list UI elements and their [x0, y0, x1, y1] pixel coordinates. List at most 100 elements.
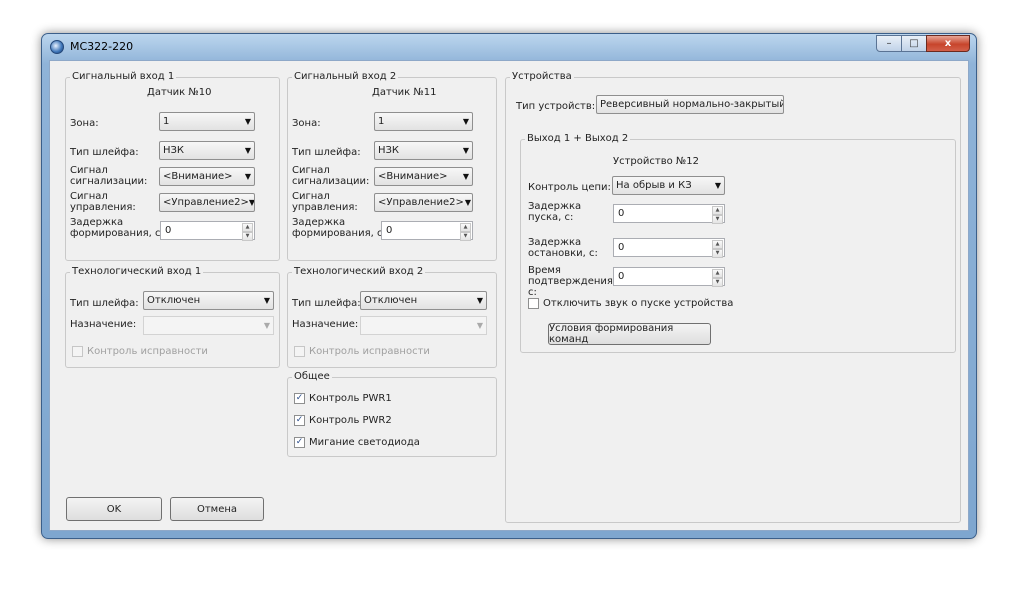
dialog-body: Сигнальный вход 1 Датчик №10 Зона: 1 ▼ Ти… [49, 60, 969, 531]
chevron-down-icon: ▼ [476, 296, 484, 305]
confirm-time-label: Время подтверждения, с: [528, 265, 617, 298]
stop-delay-label: Задержка остановки, с: [528, 237, 598, 259]
control-signal-label: Сигнал управления: [292, 191, 358, 213]
chevron-down-icon: ▼ [462, 117, 470, 126]
pwr1-checkbox[interactable]: ✓ Контроль PWR1 [294, 393, 392, 404]
output-legend: Выход 1 + Выход 2 [525, 133, 631, 145]
chevron-down-icon: ▼ [263, 296, 271, 305]
health-check-checkbox: Контроль исправности [72, 346, 208, 357]
signal-input-1-legend: Сигнальный вход 1 [70, 71, 177, 83]
zone-label: Зона: [292, 118, 321, 129]
chevron-down-icon: ▼ [462, 146, 470, 155]
chevron-down-icon: ▼ [248, 198, 255, 207]
checkbox-box [294, 346, 305, 357]
checkbox-box [72, 346, 83, 357]
sensor-label: Датчик №11 [372, 87, 437, 98]
title-bar[interactable]: MC322-220 – □ x [42, 34, 976, 60]
led-blink-checkbox[interactable]: ✓ Мигание светодиода [294, 437, 420, 448]
loop-type-select[interactable]: Отключен ▼ [143, 291, 274, 310]
sensor-label: Датчик №10 [147, 87, 212, 98]
spin-down-icon[interactable]: ▼ [460, 232, 471, 241]
alarm-signal-label: Сигнал сигнализации: [70, 165, 148, 187]
signal-input-1-group: Сигнальный вход 1 Датчик №10 Зона: 1 ▼ Ти… [65, 71, 280, 261]
chevron-down-icon: ▼ [244, 117, 252, 126]
start-delay-spinner[interactable]: 0 ▲ ▼ [613, 204, 725, 224]
output-group: Выход 1 + Выход 2 Устройство №12 Контрол… [520, 133, 956, 353]
close-button[interactable]: x [926, 35, 970, 52]
zone-select[interactable]: 1 ▼ [159, 112, 255, 131]
pwr2-checkbox[interactable]: ✓ Контроль PWR2 [294, 415, 392, 426]
chevron-down-icon: ▼ [244, 146, 252, 155]
spin-up-icon[interactable]: ▲ [712, 269, 723, 278]
delay-label: Задержка формирования, с: [70, 217, 164, 239]
tech-input-2-group: Технологический вход 2 Тип шлейфа: Отклю… [287, 266, 497, 368]
loop-type-label: Тип шлейфа: [292, 147, 361, 158]
control-signal-select[interactable]: <Управление2> ▼ [159, 193, 255, 212]
cancel-button[interactable]: Отмена [170, 497, 264, 521]
purpose-select: ▼ [360, 316, 487, 335]
devices-group: Устройства Тип устройств: Реверсивный но… [505, 71, 961, 523]
device-type-label: Тип устройств: [516, 101, 596, 112]
stop-delay-spinner[interactable]: 0 ▲ ▼ [613, 238, 725, 258]
purpose-label: Назначение: [292, 319, 359, 330]
chevron-down-icon: ▼ [714, 181, 722, 190]
loop-type-select[interactable]: НЗК ▼ [374, 141, 473, 160]
ok-button[interactable]: OK [66, 497, 162, 521]
chevron-down-icon: ▼ [462, 172, 470, 181]
tech-input-1-group: Технологический вход 1 Тип шлейфа: Отклю… [65, 266, 280, 368]
signal-input-2-group: Сигнальный вход 2 Датчик №11 Зона: 1 ▼ Ти… [287, 71, 497, 261]
tech-input-1-legend: Технологический вход 1 [70, 266, 204, 278]
spin-down-icon[interactable]: ▼ [242, 232, 253, 241]
alarm-signal-select[interactable]: <Внимание> ▼ [159, 167, 255, 186]
device-type-select[interactable]: Реверсивный нормально-закрытый▼ [596, 95, 784, 114]
chevron-down-icon: ▼ [476, 321, 484, 330]
loop-type-select[interactable]: НЗК ▼ [159, 141, 255, 160]
spin-down-icon[interactable]: ▼ [712, 215, 723, 224]
delay-spinner[interactable]: 0 ▲ ▼ [381, 221, 473, 241]
health-check-checkbox: Контроль исправности [294, 346, 430, 357]
maximize-button[interactable]: □ [901, 35, 927, 52]
control-signal-select[interactable]: <Управление2> ▼ [374, 193, 473, 212]
alarm-signal-label: Сигнал сигнализации: [292, 165, 370, 187]
loop-type-select[interactable]: Отключен ▼ [360, 291, 487, 310]
chevron-down-icon: ▼ [263, 321, 271, 330]
command-conditions-button[interactable]: Условия формирования команд [548, 323, 711, 345]
device-label: Устройство №12 [613, 156, 700, 167]
loop-type-label: Тип шлейфа: [292, 298, 361, 309]
check-icon: ✓ [294, 437, 305, 448]
app-icon [50, 40, 64, 54]
common-group: Общее ✓ Контроль PWR1 ✓ Контроль PWR2 ✓ Миг… [287, 371, 497, 457]
window-title: MC322-220 [70, 40, 134, 53]
purpose-label: Назначение: [70, 319, 137, 330]
confirm-time-spinner[interactable]: 0 ▲ ▼ [613, 267, 725, 287]
chevron-down-icon: ▼ [464, 198, 471, 207]
spin-down-icon[interactable]: ▼ [712, 278, 723, 287]
circuit-check-label: Контроль цепи: [528, 182, 611, 193]
spin-down-icon[interactable]: ▼ [712, 249, 723, 258]
zone-select[interactable]: 1 ▼ [374, 112, 473, 131]
spin-up-icon[interactable]: ▲ [712, 206, 723, 215]
common-legend: Общее [292, 371, 332, 383]
spin-up-icon[interactable]: ▲ [460, 223, 471, 232]
dialog-window: MC322-220 – □ x Сигнальный вход 1 Датчик… [41, 33, 977, 539]
check-icon: ✓ [294, 393, 305, 404]
devices-legend: Устройства [510, 71, 574, 83]
mute-start-sound-checkbox[interactable]: Отключить звук о пуске устройства [528, 298, 733, 309]
minimize-button[interactable]: – [876, 35, 902, 52]
check-icon: ✓ [294, 415, 305, 426]
chevron-down-icon: ▼ [244, 172, 252, 181]
loop-type-label: Тип шлейфа: [70, 147, 139, 158]
control-signal-label: Сигнал управления: [70, 191, 136, 213]
delay-spinner[interactable]: 0 ▲ ▼ [160, 221, 255, 241]
circuit-check-select[interactable]: На обрыв и КЗ ▼ [612, 176, 725, 195]
start-delay-label: Задержка пуска, с: [528, 201, 582, 223]
tech-input-2-legend: Технологический вход 2 [292, 266, 426, 278]
spin-up-icon[interactable]: ▲ [242, 223, 253, 232]
loop-type-label: Тип шлейфа: [70, 298, 139, 309]
delay-label: Задержка формирования, с: [292, 217, 386, 239]
signal-input-2-legend: Сигнальный вход 2 [292, 71, 399, 83]
spin-up-icon[interactable]: ▲ [712, 240, 723, 249]
purpose-select: ▼ [143, 316, 274, 335]
zone-label: Зона: [70, 118, 99, 129]
alarm-signal-select[interactable]: <Внимание> ▼ [374, 167, 473, 186]
